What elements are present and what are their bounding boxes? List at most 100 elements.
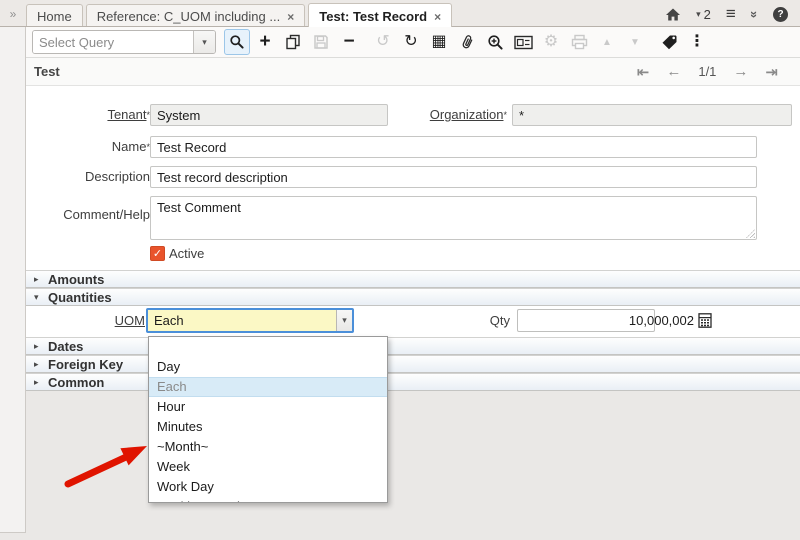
comment-help-label: Comment/Help [32, 204, 150, 226]
tab-test-record-label: Test: Test Record [319, 9, 427, 24]
uom-combobox[interactable]: ▾ [146, 308, 354, 333]
plus-icon: + [259, 33, 270, 51]
triangle-down-icon: ▼ [630, 37, 640, 48]
toolbar: ▾ + − ↺ ↻ ▦ ⚙ ▲ ▼ [26, 27, 800, 58]
name-field[interactable] [150, 136, 757, 158]
tab-reference-label: Reference: C_UOM including ... [97, 9, 281, 24]
first-record-icon[interactable]: ⇤ [637, 63, 650, 81]
collapse-header-icon[interactable]: » [747, 10, 762, 17]
chevron-down-icon: ▾ [696, 9, 701, 20]
tenant-field[interactable] [150, 104, 388, 126]
minus-icon: − [343, 33, 354, 51]
toolbar-grid-toggle-button[interactable]: ▦ [426, 29, 452, 55]
select-query-combobox[interactable]: ▾ [32, 30, 216, 54]
menu-icon[interactable]: ≡ [726, 6, 736, 22]
help-icon[interactable]: ? [773, 7, 788, 22]
tab-bar: » Home Reference: C_UOM including ... × … [0, 0, 800, 27]
toolbar-label-button[interactable] [656, 29, 682, 55]
active-checkbox-row: ✓ Active [150, 246, 204, 261]
chevron-down-icon: ▾ [34, 292, 42, 303]
toolbar-chat-button[interactable] [510, 29, 536, 55]
comment-help-field[interactable]: Test Comment [150, 196, 757, 240]
tab-test-record[interactable]: Test: Test Record × [308, 3, 452, 27]
toolbar-zoom-button[interactable] [482, 29, 508, 55]
tab-overflow-icon[interactable]: » [0, 7, 26, 26]
tab-reference[interactable]: Reference: C_UOM including ... × [86, 4, 306, 26]
close-icon[interactable]: × [434, 11, 441, 23]
close-icon[interactable]: × [287, 11, 294, 23]
chevron-right-icon: ▸ [34, 359, 42, 370]
last-record-icon[interactable]: ⇥ [765, 63, 778, 81]
content-background [0, 391, 800, 540]
page-title: Test [34, 64, 60, 79]
next-record-icon[interactable]: → [733, 63, 748, 80]
triangle-up-icon: ▲ [602, 37, 612, 48]
section-common[interactable]: ▸ Common [26, 373, 800, 391]
dropdown-option-hour[interactable]: Hour [149, 397, 387, 417]
dropdown-option-each[interactable]: Each [149, 377, 387, 397]
toolbar-find-button[interactable] [224, 29, 250, 55]
toolbar-process-button: ⚙ [538, 29, 564, 55]
dropdown-option-week[interactable]: Week [149, 457, 387, 477]
toolbar-print-button [566, 29, 592, 55]
toolbar-parent-record-button: ▲ [594, 29, 620, 55]
required-marker: * [503, 110, 507, 120]
gear-icon: ⚙ [544, 34, 558, 50]
calculator-icon[interactable] [698, 313, 712, 328]
notification-count: 2 [704, 7, 711, 22]
toolbar-more-button[interactable]: ⋮ [684, 29, 710, 55]
description-label: Description [32, 166, 150, 188]
tab-home[interactable]: Home [26, 4, 83, 26]
dropdown-option-minutes[interactable]: Minutes [149, 417, 387, 437]
previous-record-icon[interactable]: ← [666, 63, 681, 80]
uom-label[interactable]: UOM [26, 313, 145, 328]
toolbar-detail-record-button: ▼ [622, 29, 648, 55]
idempiere-window: » Home Reference: C_UOM including ... × … [0, 0, 800, 540]
dropdown-option-day[interactable]: Day [149, 357, 387, 377]
window-controls: ▾ 2 ≡ » ? [665, 5, 788, 23]
organization-field[interactable] [512, 104, 792, 126]
toolbar-copy-button[interactable] [280, 29, 306, 55]
section-quantities[interactable]: ▾ Quantities [26, 288, 800, 306]
undo-icon: ↺ [376, 34, 389, 50]
west-panel-gutter [0, 27, 26, 533]
toolbar-requery-button[interactable]: ↻ [398, 29, 424, 55]
tenant-label[interactable]: Tenant* [32, 104, 150, 126]
qty-input[interactable] [518, 313, 698, 328]
qty-field-wrapper [517, 309, 655, 332]
section-amounts[interactable]: ▸ Amounts [26, 270, 800, 288]
chevron-down-icon[interactable]: ▾ [336, 310, 352, 331]
record-header: Test ⇤ ← 1/1 → ⇥ [26, 58, 800, 86]
resize-grip-icon[interactable] [746, 229, 755, 238]
dropdown-option-empty[interactable] [149, 337, 387, 357]
toolbar-attachment-button[interactable] [454, 29, 480, 55]
chevron-right-icon: ▸ [34, 341, 42, 352]
dropdown-option-work-day[interactable]: Work Day [149, 477, 387, 497]
description-field[interactable] [150, 166, 757, 188]
chevron-down-icon[interactable]: ▾ [193, 31, 215, 53]
active-label: Active [169, 246, 204, 261]
uom-input[interactable] [148, 310, 336, 331]
notifications-menu[interactable]: ▾ 2 [696, 7, 711, 22]
chevron-right-icon: ▸ [34, 274, 42, 285]
section-dates[interactable]: ▸ Dates [26, 337, 800, 355]
toolbar-delete-button[interactable]: − [336, 29, 362, 55]
record-counter: 1/1 [698, 64, 716, 79]
check-icon: ✓ [153, 247, 162, 260]
grid-icon: ▦ [431, 34, 446, 50]
form-panel: Tenant* Organization* Name* Description … [26, 86, 800, 270]
name-label: Name* [32, 136, 150, 158]
tab-home-label: Home [37, 9, 72, 24]
section-foreign-key[interactable]: ▸ Foreign Key [26, 355, 800, 373]
organization-label[interactable]: Organization* [356, 104, 507, 126]
chevron-right-icon: ▸ [34, 377, 42, 388]
toolbar-undo-button: ↺ [370, 29, 396, 55]
dropdown-option-month[interactable]: ~Month~ [149, 437, 387, 457]
refresh-icon: ↻ [404, 34, 417, 50]
toolbar-new-button[interactable]: + [252, 29, 278, 55]
home-icon[interactable] [665, 7, 681, 22]
select-query-input[interactable] [33, 31, 193, 53]
toolbar-save-button [308, 29, 334, 55]
active-checkbox[interactable]: ✓ [150, 246, 165, 261]
dropdown-option-working-month[interactable]: Working Month [149, 497, 387, 503]
